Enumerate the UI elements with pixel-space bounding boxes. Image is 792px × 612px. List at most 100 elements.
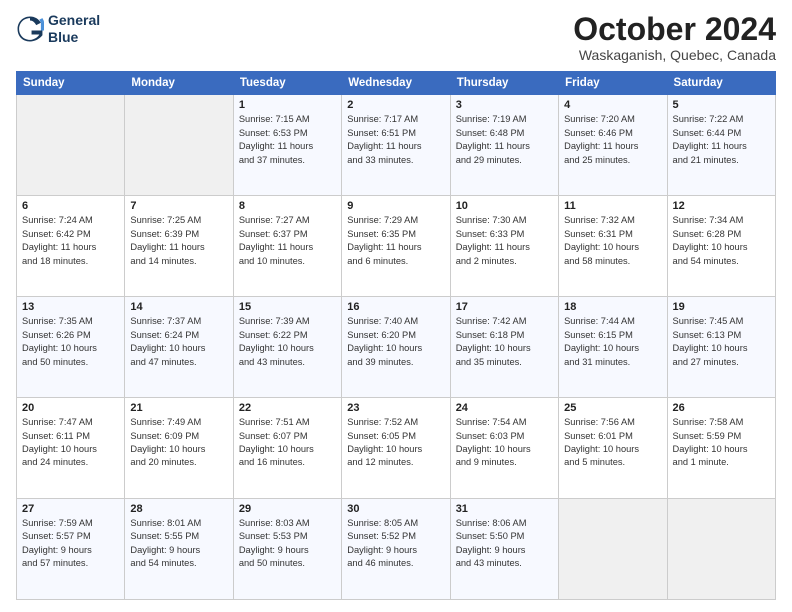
- day-info: Sunrise: 8:06 AM Sunset: 5:50 PM Dayligh…: [456, 517, 553, 571]
- day-number: 8: [239, 200, 336, 212]
- day-cell: 7 Sunrise: 7:25 AM Sunset: 6:39 PM Daylig…: [125, 196, 233, 297]
- title-block: October 2024 Waskaganish, Quebec, Canada: [573, 12, 776, 63]
- day-number: 26: [673, 402, 770, 414]
- day-number: 29: [239, 503, 336, 515]
- day-cell: 11 Sunrise: 7:32 AM Sunset: 6:31 PM Dayli…: [559, 196, 667, 297]
- day-cell: 6Sunrise: 7:24 AM Sunset: 6:42 PM Daylig…: [17, 196, 125, 297]
- logo-text: General Blue: [48, 12, 100, 46]
- week-row-3: 13Sunrise: 7:35 AM Sunset: 6:26 PM Dayli…: [17, 297, 776, 398]
- day-info: Sunrise: 8:05 AM Sunset: 5:52 PM Dayligh…: [347, 517, 444, 571]
- day-info: Sunrise: 7:32 AM Sunset: 6:31 PM Dayligh…: [564, 214, 661, 268]
- day-number: 16: [347, 301, 444, 313]
- day-number: 17: [456, 301, 553, 313]
- day-cell: 31 Sunrise: 8:06 AM Sunset: 5:50 PM Dayli…: [450, 499, 558, 600]
- day-info: Sunrise: 7:54 AM Sunset: 6:03 PM Dayligh…: [456, 416, 553, 470]
- day-info: Sunrise: 7:30 AM Sunset: 6:33 PM Dayligh…: [456, 214, 553, 268]
- week-row-1: 1 Sunrise: 7:15 AM Sunset: 6:53 PM Daylig…: [17, 95, 776, 196]
- day-number: 2: [347, 99, 444, 111]
- day-number: 3: [456, 99, 553, 111]
- day-cell: 10Sunrise: 7:30 AM Sunset: 6:33 PM Dayli…: [450, 196, 558, 297]
- weekday-header-sunday: Sunday: [17, 72, 125, 95]
- day-cell: 22 Sunrise: 7:51 AM Sunset: 6:07 PM Dayli…: [233, 398, 341, 499]
- calendar-table: SundayMondayTuesdayWednesdayThursdayFrid…: [16, 71, 776, 600]
- day-number: 20: [22, 402, 119, 414]
- day-info: Sunrise: 7:17 AM Sunset: 6:51 PM Dayligh…: [347, 113, 444, 167]
- day-cell: 14Sunrise: 7:37 AM Sunset: 6:24 PM Dayli…: [125, 297, 233, 398]
- day-number: 23: [347, 402, 444, 414]
- week-row-2: 6Sunrise: 7:24 AM Sunset: 6:42 PM Daylig…: [17, 196, 776, 297]
- day-info: Sunrise: 7:20 AM Sunset: 6:46 PM Dayligh…: [564, 113, 661, 167]
- day-cell: 23 Sunrise: 7:52 AM Sunset: 6:05 PM Dayli…: [342, 398, 450, 499]
- day-info: Sunrise: 8:03 AM Sunset: 5:53 PM Dayligh…: [239, 517, 336, 571]
- day-number: 31: [456, 503, 553, 515]
- month-title: October 2024: [573, 12, 776, 47]
- day-cell: 20 Sunrise: 7:47 AM Sunset: 6:11 PM Dayli…: [17, 398, 125, 499]
- day-number: 28: [130, 503, 227, 515]
- day-info: Sunrise: 7:59 AM Sunset: 5:57 PM Dayligh…: [22, 517, 119, 571]
- day-info: Sunrise: 7:35 AM Sunset: 6:26 PM Dayligh…: [22, 315, 119, 369]
- weekday-header-friday: Friday: [559, 72, 667, 95]
- day-cell: 3 Sunrise: 7:19 AM Sunset: 6:48 PM Daylig…: [450, 95, 558, 196]
- page: General Blue October 2024 Waskaganish, Q…: [0, 0, 792, 612]
- day-cell: [17, 95, 125, 196]
- day-cell: 28Sunrise: 8:01 AM Sunset: 5:55 PM Dayli…: [125, 499, 233, 600]
- day-info: Sunrise: 7:45 AM Sunset: 6:13 PM Dayligh…: [673, 315, 770, 369]
- day-info: Sunrise: 7:42 AM Sunset: 6:18 PM Dayligh…: [456, 315, 553, 369]
- location: Waskaganish, Quebec, Canada: [573, 47, 776, 63]
- day-number: 30: [347, 503, 444, 515]
- day-number: 9: [347, 200, 444, 212]
- day-info: Sunrise: 7:27 AM Sunset: 6:37 PM Dayligh…: [239, 214, 336, 268]
- day-number: 15: [239, 301, 336, 313]
- weekday-header-tuesday: Tuesday: [233, 72, 341, 95]
- day-info: Sunrise: 7:19 AM Sunset: 6:48 PM Dayligh…: [456, 113, 553, 167]
- day-cell: 1 Sunrise: 7:15 AM Sunset: 6:53 PM Daylig…: [233, 95, 341, 196]
- day-cell: [559, 499, 667, 600]
- day-info: Sunrise: 7:29 AM Sunset: 6:35 PM Dayligh…: [347, 214, 444, 268]
- day-info: Sunrise: 7:47 AM Sunset: 6:11 PM Dayligh…: [22, 416, 119, 470]
- day-number: 19: [673, 301, 770, 313]
- day-info: Sunrise: 7:52 AM Sunset: 6:05 PM Dayligh…: [347, 416, 444, 470]
- day-cell: 18Sunrise: 7:44 AM Sunset: 6:15 PM Dayli…: [559, 297, 667, 398]
- day-cell: [125, 95, 233, 196]
- day-number: 21: [130, 402, 227, 414]
- header: General Blue October 2024 Waskaganish, Q…: [16, 12, 776, 63]
- day-cell: 15 Sunrise: 7:39 AM Sunset: 6:22 PM Dayli…: [233, 297, 341, 398]
- day-cell: 26 Sunrise: 7:58 AM Sunset: 5:59 PM Dayli…: [667, 398, 775, 499]
- day-cell: 29 Sunrise: 8:03 AM Sunset: 5:53 PM Dayli…: [233, 499, 341, 600]
- day-number: 14: [130, 301, 227, 313]
- day-cell: 8 Sunrise: 7:27 AM Sunset: 6:37 PM Daylig…: [233, 196, 341, 297]
- day-number: 7: [130, 200, 227, 212]
- day-info: Sunrise: 7:58 AM Sunset: 5:59 PM Dayligh…: [673, 416, 770, 470]
- weekday-header-wednesday: Wednesday: [342, 72, 450, 95]
- day-number: 1: [239, 99, 336, 111]
- general-blue-icon: [16, 15, 44, 43]
- day-cell: 19 Sunrise: 7:45 AM Sunset: 6:13 PM Dayli…: [667, 297, 775, 398]
- day-info: Sunrise: 7:49 AM Sunset: 6:09 PM Dayligh…: [130, 416, 227, 470]
- day-cell: 30 Sunrise: 8:05 AM Sunset: 5:52 PM Dayli…: [342, 499, 450, 600]
- weekday-header-thursday: Thursday: [450, 72, 558, 95]
- day-cell: 24 Sunrise: 7:54 AM Sunset: 6:03 PM Dayli…: [450, 398, 558, 499]
- day-info: Sunrise: 7:25 AM Sunset: 6:39 PM Dayligh…: [130, 214, 227, 268]
- day-cell: 16 Sunrise: 7:40 AM Sunset: 6:20 PM Dayli…: [342, 297, 450, 398]
- day-number: 4: [564, 99, 661, 111]
- weekday-header-row: SundayMondayTuesdayWednesdayThursdayFrid…: [17, 72, 776, 95]
- day-info: Sunrise: 7:51 AM Sunset: 6:07 PM Dayligh…: [239, 416, 336, 470]
- day-info: Sunrise: 7:40 AM Sunset: 6:20 PM Dayligh…: [347, 315, 444, 369]
- day-number: 11: [564, 200, 661, 212]
- day-info: Sunrise: 7:24 AM Sunset: 6:42 PM Dayligh…: [22, 214, 119, 268]
- weekday-header-monday: Monday: [125, 72, 233, 95]
- day-info: Sunrise: 7:15 AM Sunset: 6:53 PM Dayligh…: [239, 113, 336, 167]
- day-cell: 17 Sunrise: 7:42 AM Sunset: 6:18 PM Dayli…: [450, 297, 558, 398]
- day-number: 12: [673, 200, 770, 212]
- day-cell: 5Sunrise: 7:22 AM Sunset: 6:44 PM Daylig…: [667, 95, 775, 196]
- day-number: 24: [456, 402, 553, 414]
- day-cell: 27Sunrise: 7:59 AM Sunset: 5:57 PM Dayli…: [17, 499, 125, 600]
- day-cell: 12Sunrise: 7:34 AM Sunset: 6:28 PM Dayli…: [667, 196, 775, 297]
- logo: General Blue: [16, 12, 100, 46]
- day-info: Sunrise: 7:39 AM Sunset: 6:22 PM Dayligh…: [239, 315, 336, 369]
- day-cell: 21 Sunrise: 7:49 AM Sunset: 6:09 PM Dayli…: [125, 398, 233, 499]
- day-number: 22: [239, 402, 336, 414]
- day-cell: 4 Sunrise: 7:20 AM Sunset: 6:46 PM Daylig…: [559, 95, 667, 196]
- day-number: 5: [673, 99, 770, 111]
- day-number: 25: [564, 402, 661, 414]
